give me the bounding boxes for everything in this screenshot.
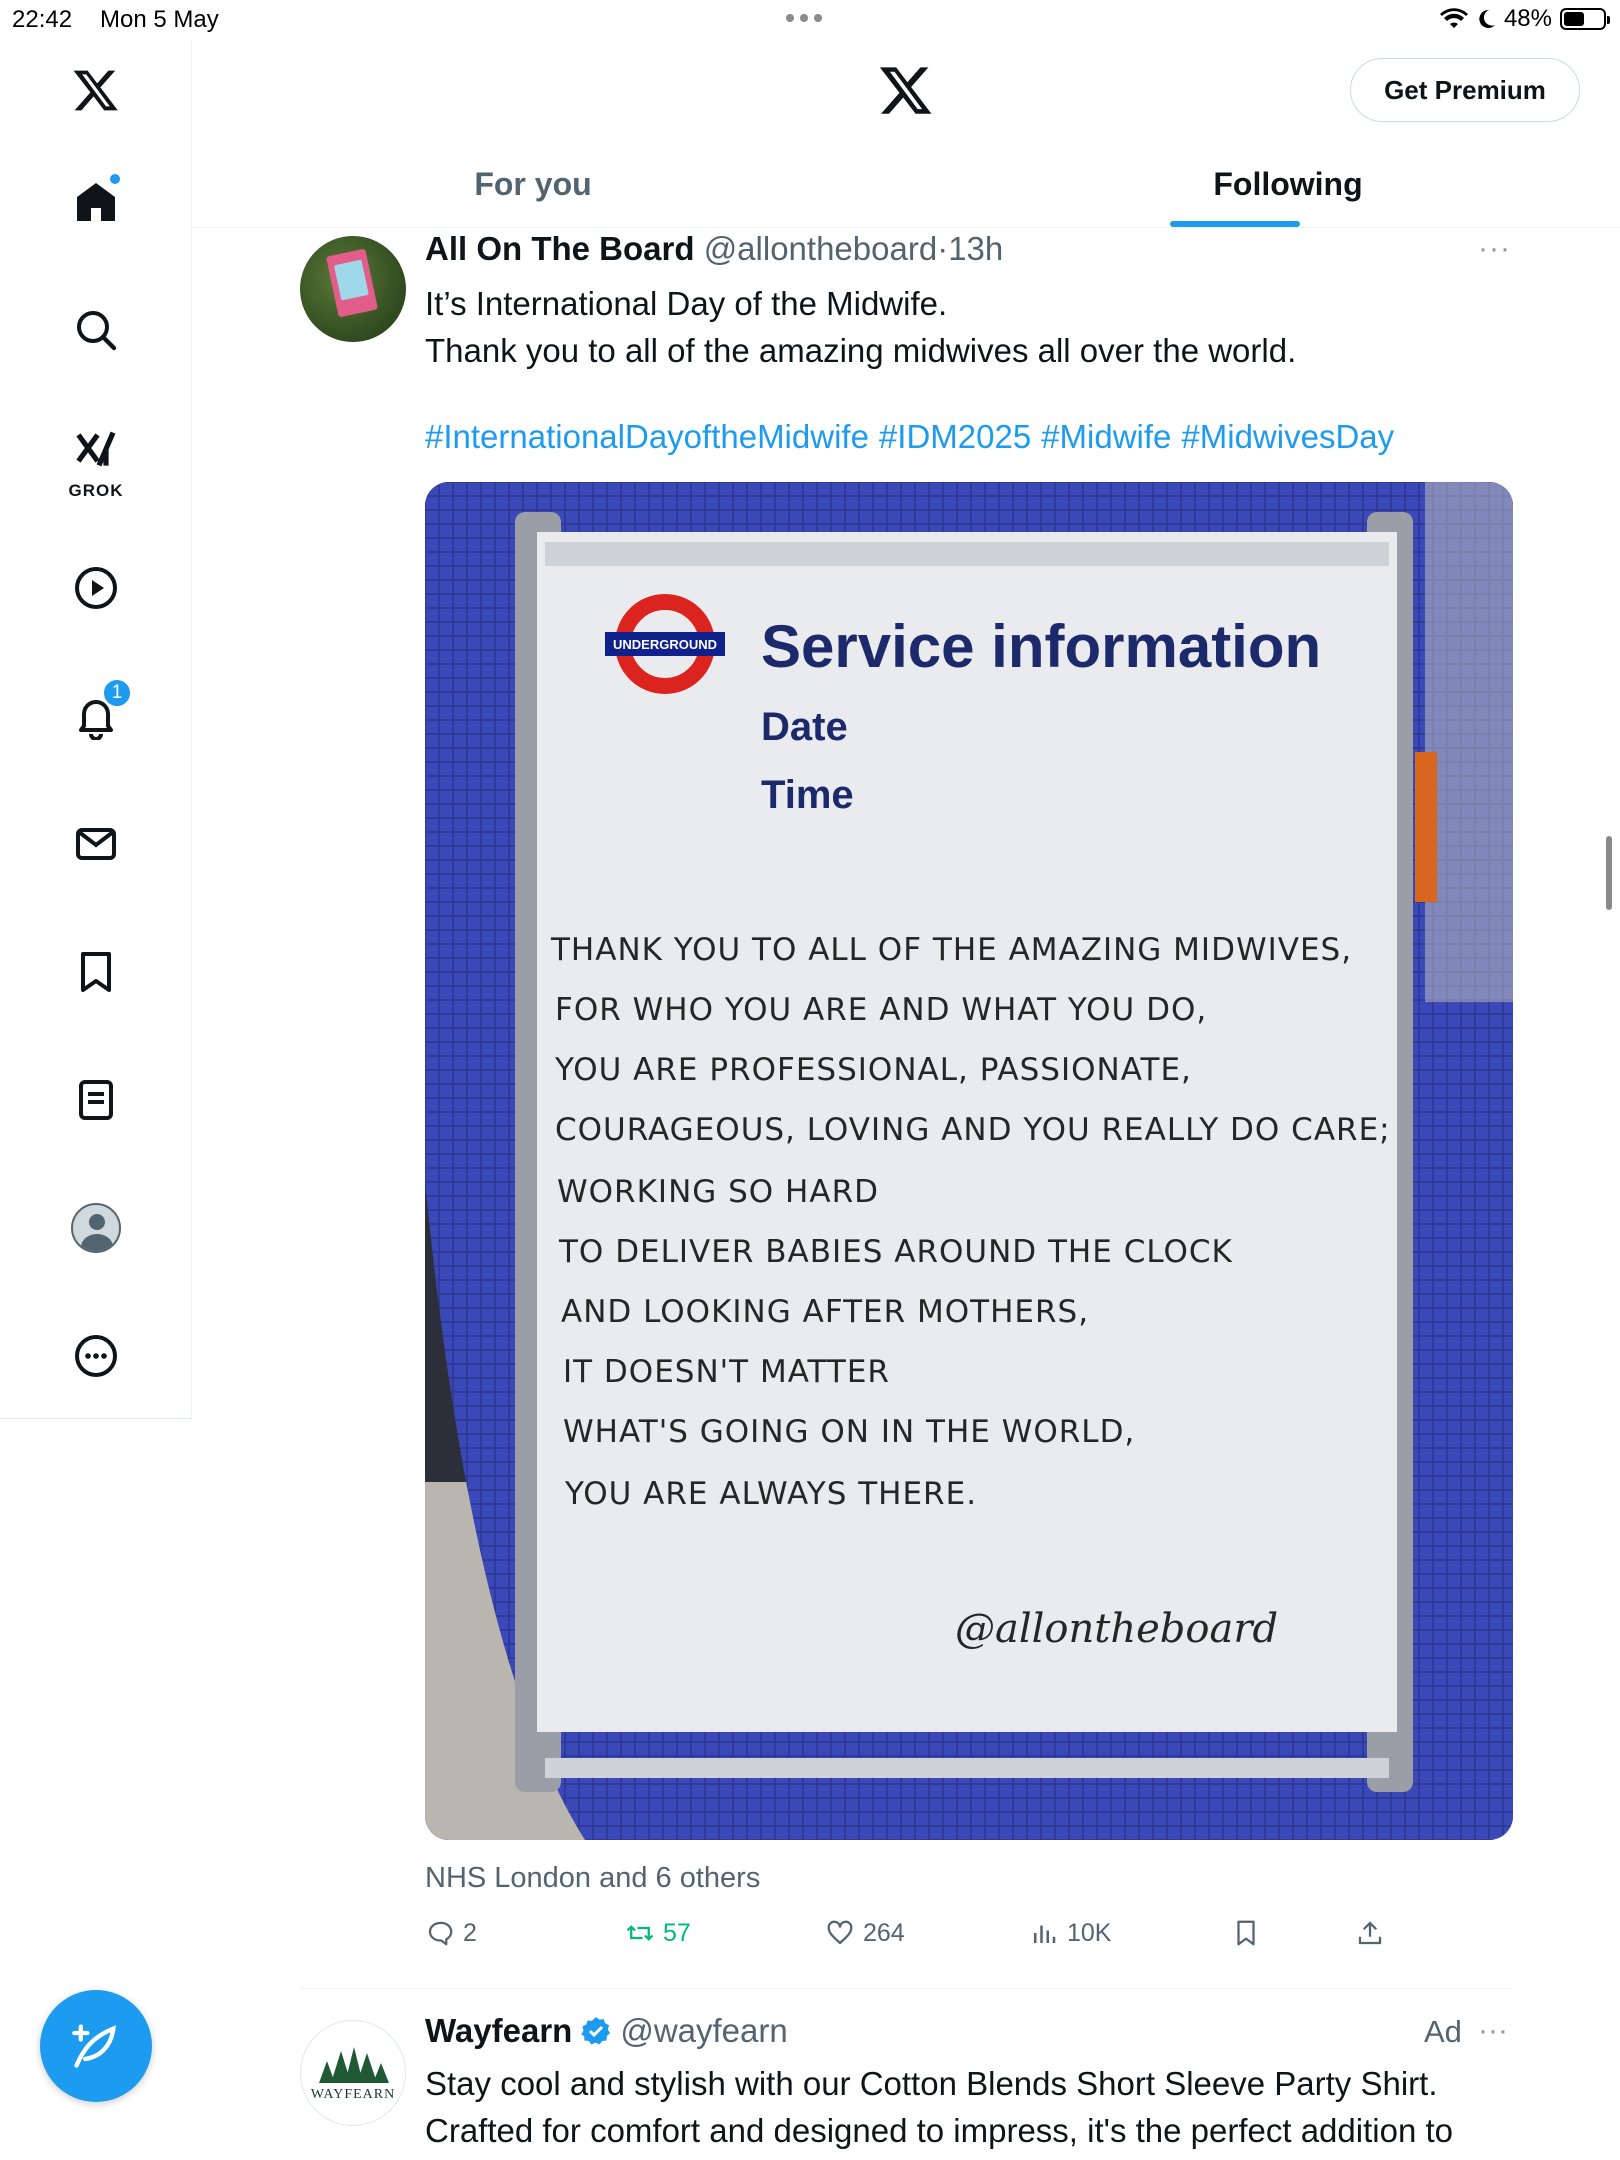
tweet-more-options-icon[interactable]: ··· (1478, 232, 1511, 266)
ad-text-line: Crafted for comfort and designed to impr… (425, 2112, 1453, 2149)
multitasking-dots-icon[interactable] (786, 14, 822, 22)
sign-signature: @allontheboard (955, 1606, 1278, 1652)
video-icon[interactable] (56, 548, 136, 628)
ad-logo-text: WAYFEARN (310, 2087, 396, 2102)
more-options-icon[interactable] (56, 1316, 136, 1396)
active-tab-indicator (1170, 221, 1300, 227)
sign-poem-line: YOU ARE PROFESSIONAL, PASSIONATE, (554, 1052, 1192, 1088)
ad-author-handle[interactable]: @wayfearn (620, 2012, 787, 2050)
battery-icon (1560, 8, 1610, 30)
tab-for-you[interactable]: For you (393, 140, 673, 228)
tweet-header: All On The Board @allontheboard·13h (425, 230, 1003, 268)
status-right: 48% (1439, 5, 1610, 33)
hashtag-link[interactable]: #Midwife (1041, 418, 1171, 455)
tweet-hashtags: #InternationalDayoftheMidwife #IDM2025 #Mi… (425, 418, 1404, 456)
sign-board-bottom-rail (545, 1758, 1389, 1778)
tweet-author-avatar[interactable] (300, 236, 406, 342)
status-time: 22:42 (12, 6, 73, 33)
scrollbar[interactable] (1606, 836, 1612, 910)
notifications-bell-icon[interactable]: 1 (56, 676, 136, 756)
timeline-tabs: For you Following (193, 140, 1620, 228)
sign-poem-line: COURAGEOUS, LOVING AND YOU REALLY DO CAR… (555, 1112, 1391, 1148)
home-unread-dot (108, 172, 122, 186)
x-logo-icon[interactable] (56, 50, 136, 130)
sign-poem-line: YOU ARE ALWAYS THERE. (564, 1476, 977, 1512)
messages-envelope-icon[interactable] (56, 804, 136, 884)
ad-more-options-icon[interactable]: ··· (1478, 2014, 1508, 2048)
status-bar: 22:42 Mon 5 May 48% (0, 0, 1620, 40)
compose-feather-icon (72, 2024, 116, 2068)
like-button[interactable]: 264 (825, 1918, 905, 1948)
sidebar-divider (0, 1418, 192, 1419)
sign-heading: Service information (761, 613, 1321, 680)
share-icon (1358, 1921, 1382, 1945)
tweet-text-line: Thank you to all of the amazing midwives… (425, 332, 1297, 369)
bookmarks-icon[interactable] (56, 932, 136, 1012)
moon-icon (1479, 9, 1495, 28)
ad-text: Stay cool and stylish with our Cotton Bl… (425, 2060, 1525, 2154)
hashtag-link[interactable]: #IDM2025 (879, 418, 1031, 455)
bookmark-icon (1237, 1920, 1255, 1946)
views-button[interactable]: 10K (1029, 1918, 1111, 1948)
sign-poem-line: WORKING SO HARD (557, 1174, 879, 1210)
view-count: 10K (1067, 1918, 1112, 1947)
orange-stripe (1415, 752, 1437, 902)
wifi-icon (1439, 8, 1468, 28)
home-icon[interactable] (56, 162, 136, 242)
tweet-action-bar: 2 57 264 10K (425, 1918, 1425, 1958)
sign-poem-line: WHAT'S GOING ON IN THE WORLD, (563, 1414, 1135, 1450)
ad-text-line: Stay cool and stylish with our Cotton Bl… (425, 2065, 1438, 2102)
sign-poem-line: TO DELIVER BABIES AROUND THE CLOCK (558, 1234, 1233, 1270)
background-panel (1425, 482, 1513, 1002)
reply-count: 2 (463, 1918, 477, 1947)
grok-label: GROK (68, 481, 124, 500)
battery-percent: 48% (1503, 5, 1552, 32)
header-x-logo-icon[interactable] (878, 62, 934, 123)
pine-trees-logo-icon (319, 2047, 389, 2083)
profile-avatar-icon[interactable] (56, 1188, 136, 1268)
repost-button[interactable]: 57 (625, 1918, 691, 1948)
views-chart-icon (1034, 1925, 1056, 1943)
hashtag-link[interactable]: #MidwivesDay (1181, 418, 1394, 455)
tab-following[interactable]: Following (1163, 140, 1413, 228)
tweet-divider (300, 1988, 1513, 1989)
liked-by-context[interactable]: NHS London and 6 others (425, 1862, 760, 1895)
like-count: 264 (863, 1918, 905, 1947)
tweet-media-image[interactable]: UNDERGROUND Service information Date Tim… (425, 482, 1513, 1840)
sign-date-label: Date (761, 705, 848, 749)
ad-header: Wayfearn @wayfearn (425, 2012, 788, 2050)
repost-icon (626, 1925, 654, 1941)
sign-poem-line: FOR WHO YOU ARE AND WHAT YOU DO, (555, 992, 1207, 1028)
sign-poem-line: IT DOESN'T MATTER (563, 1354, 890, 1390)
compose-post-button[interactable] (40, 1990, 152, 2102)
repost-count: 57 (663, 1918, 691, 1947)
sign-poem-line: THANK YOU TO ALL OF THE AMAZING MIDWIVES… (550, 932, 1352, 968)
tweet-separator: · (937, 230, 949, 267)
grok-icon[interactable]: GROK (56, 415, 136, 505)
heart-icon (827, 1920, 853, 1945)
sign-board-top-rail (545, 542, 1389, 566)
ad-author-name[interactable]: Wayfearn (425, 2012, 572, 2050)
hashtag-link[interactable]: #InternationalDayoftheMidwife (425, 418, 869, 455)
share-button[interactable] (1355, 1918, 1385, 1948)
tweet-timestamp[interactable]: 13h (948, 230, 1003, 267)
bookmark-button[interactable] (1231, 1918, 1261, 1948)
lists-icon[interactable] (56, 1060, 136, 1140)
sign-poem-line: AND LOOKING AFTER MOTHERS, (561, 1294, 1089, 1330)
get-premium-button[interactable]: Get Premium (1350, 58, 1580, 122)
reply-icon (428, 1921, 453, 1946)
sign-time-label: Time (761, 773, 854, 817)
tweet-text: It’s International Day of the Midwife. T… (425, 280, 1505, 374)
notification-count-badge: 1 (102, 678, 132, 708)
reply-button[interactable]: 2 (425, 1918, 477, 1948)
tweet-author-name[interactable]: All On The Board (425, 230, 695, 267)
ad-author-avatar[interactable]: WAYFEARN (300, 2020, 406, 2126)
tweet-author-handle[interactable]: @allontheboard (704, 230, 938, 267)
search-icon[interactable] (56, 290, 136, 370)
tweet-text-line: It’s International Day of the Midwife. (425, 285, 948, 322)
ad-label: Ad (1424, 2014, 1462, 2049)
status-date: Mon 5 May (100, 6, 219, 33)
verified-badge-icon (581, 2017, 611, 2045)
roundel-text: UNDERGROUND (613, 637, 717, 652)
